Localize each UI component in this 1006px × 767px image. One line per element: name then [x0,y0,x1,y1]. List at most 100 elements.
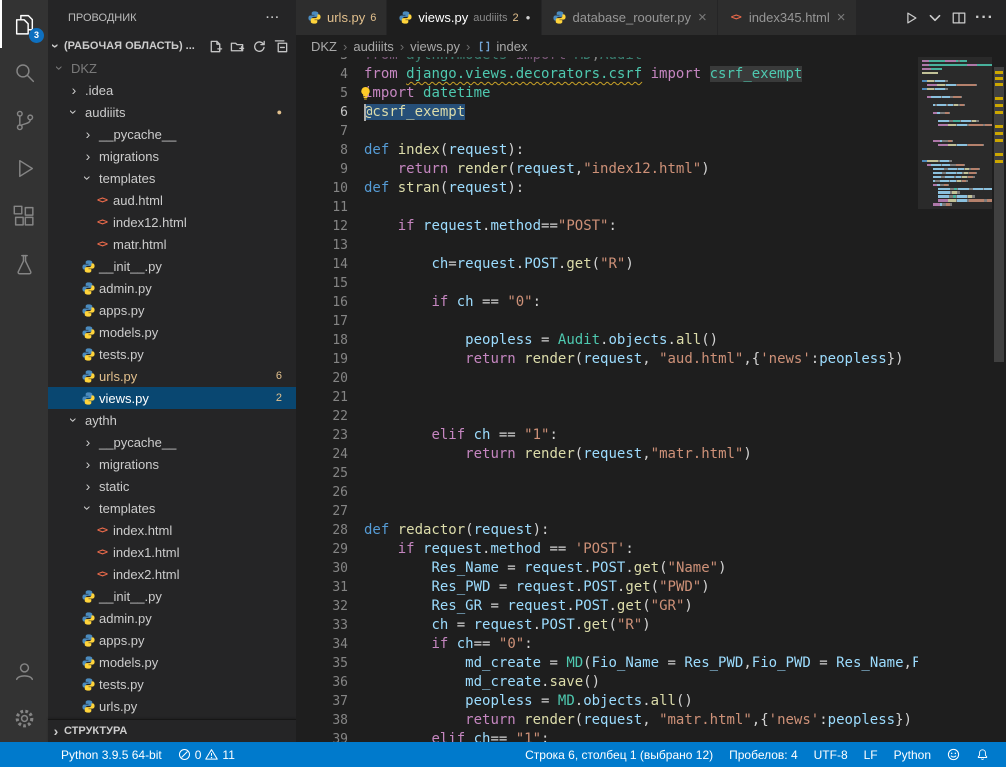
code-line-20[interactable]: 20 [296,369,918,388]
code-line-36[interactable]: 36 md_create.save() [296,673,918,692]
code-line-38[interactable]: 38 return render(request, "matr.html",{'… [296,711,918,730]
tab-database_roouter.py[interactable]: database_roouter.py× [542,0,718,35]
tab-index345.html[interactable]: <>index345.html× [718,0,857,35]
tree-folder-templates[interactable]: ›templates [48,497,296,519]
tree-file-models.py[interactable]: models.py [48,321,296,343]
problems-status[interactable]: 0 11 [171,742,242,767]
code-line-19[interactable]: 19 return render(request, "aud.html",{'n… [296,350,918,369]
tree-folder-__pycache__[interactable]: ›__pycache__ [48,123,296,145]
tree-file-index12.html[interactable]: <>index12.html [48,211,296,233]
code-line-18[interactable]: 18 peopless = Audit.objects.all() [296,331,918,350]
activity-extensions-button[interactable] [0,192,48,240]
feedback-button[interactable] [940,742,967,767]
code-line-14[interactable]: 14 ch=request.POST.get("R") [296,255,918,274]
code-line-35[interactable]: 35 md_create = MD(Fio_Name = Res_PWD,Fio… [296,654,918,673]
tree-file-admin.py[interactable]: admin.py [48,607,296,629]
tree-folder-DKZ[interactable]: ›DKZ [48,57,296,79]
close-icon[interactable]: × [837,10,846,25]
code-line-32[interactable]: 32 Res_GR = request.POST.get("GR") [296,597,918,616]
tree-file-admin.py[interactable]: admin.py [48,277,296,299]
code-line-30[interactable]: 30 Res_Name = request.POST.get("Name") [296,559,918,578]
code-line-25[interactable]: 25 [296,464,918,483]
activity-search-button[interactable] [0,48,48,96]
tree-folder-.idea[interactable]: ›.idea [48,79,296,101]
code-line-21[interactable]: 21 [296,388,918,407]
activity-testing-button[interactable] [0,240,48,288]
tree-file-apps.py[interactable]: apps.py [48,629,296,651]
code-line-33[interactable]: 33 ch = request.POST.get("R") [296,616,918,635]
more-actions-icon[interactable]: ··· [266,12,280,24]
activity-run-debug-button[interactable] [0,144,48,192]
tree-folder-templates[interactable]: ›templates [48,167,296,189]
tree-file-__init__.py[interactable]: __init__.py [48,585,296,607]
lightbulb-icon[interactable] [358,86,374,102]
tree-folder-migrations[interactable]: ›migrations [48,453,296,475]
python-interpreter-status[interactable]: Python 3.9.5 64-bit [54,742,169,767]
code-line-31[interactable]: 31 Res_PWD = request.POST.get("PWD") [296,578,918,597]
minimap[interactable] [918,57,992,742]
indentation-status[interactable]: Пробелов: 4 [722,742,805,767]
tree-folder-migrations[interactable]: ›migrations [48,145,296,167]
code-line-26[interactable]: 26 [296,483,918,502]
new-file-button[interactable] [206,37,224,55]
code-line-12[interactable]: 12 if request.method=="POST": [296,217,918,236]
more-button[interactable]: ··· [975,9,994,27]
language-status[interactable]: Python [887,742,938,767]
breadcrumb-symbol[interactable]: index [476,38,527,54]
code-line-23[interactable]: 23 elif ch == "1": [296,426,918,445]
tree-file-views.py[interactable]: views.py2 [48,387,296,409]
code-line-7[interactable]: 7 [296,122,918,141]
notifications-bell-button[interactable] [969,742,996,767]
code-line-6[interactable]: 6@csrf_exempt [296,103,918,122]
code-line-39[interactable]: 39 elif ch== "1": [296,730,918,742]
code-line-3[interactable]: 3from aythh.models import MD,Audit [296,57,918,65]
chevron-down-button[interactable] [927,10,943,26]
tree-folder-static[interactable]: ›static [48,475,296,497]
tree-folder-__pycache__[interactable]: ›__pycache__ [48,431,296,453]
code-line-4[interactable]: 4from django.views.decorators.csrf impor… [296,65,918,84]
code-editor[interactable]: 3from aythh.models import MD,Audit4from … [296,57,1006,742]
breadcrumb-DKZ[interactable]: DKZ [311,39,337,54]
tree-folder-audiiits[interactable]: ›audiiits● [48,101,296,123]
tab-views.py[interactable]: views.pyaudiiits2● [387,0,541,35]
code-line-24[interactable]: 24 return render(request,"matr.html") [296,445,918,464]
vertical-scrollbar[interactable] [992,57,1006,742]
outline-section-header[interactable]: › СТРУКТУРА [48,719,296,742]
tree-file-__init__.py[interactable]: __init__.py [48,255,296,277]
tree-file-matr.html[interactable]: <>matr.html [48,233,296,255]
tree-file-index.html[interactable]: <>index.html [48,519,296,541]
breadcrumb-audiiits[interactable]: audiiits [353,39,393,54]
activity-explorer-button[interactable]: 3 [0,0,48,48]
activity-settings-button[interactable] [0,694,48,742]
workspace-section-header[interactable]: › (РАБОЧАЯ ОБЛАСТЬ) ... [48,35,296,57]
code-line-29[interactable]: 29 if request.method == 'POST': [296,540,918,559]
tree-file-tests.py[interactable]: tests.py [48,343,296,365]
code-line-10[interactable]: 10def stran(request): [296,179,918,198]
code-line-13[interactable]: 13 [296,236,918,255]
code-line-22[interactable]: 22 [296,407,918,426]
tree-file-aud.html[interactable]: <>aud.html [48,189,296,211]
breadcrumb-views.py[interactable]: views.py [410,39,460,54]
tree-file-urls.py[interactable]: urls.py6 [48,365,296,387]
encoding-status[interactable]: UTF-8 [807,742,855,767]
close-icon[interactable]: × [698,10,707,25]
code-line-28[interactable]: 28def redactor(request): [296,521,918,540]
code-line-15[interactable]: 15 [296,274,918,293]
tab-urls.py[interactable]: urls.py6 [296,0,387,35]
tree-file-apps.py[interactable]: apps.py [48,299,296,321]
code-line-34[interactable]: 34 if ch== "0": [296,635,918,654]
dirty-indicator-icon[interactable]: ● [526,13,531,22]
activity-account-button[interactable] [0,646,48,694]
eol-status[interactable]: LF [857,742,885,767]
split-editor-button[interactable] [951,10,967,26]
code-line-27[interactable]: 27 [296,502,918,521]
collapse-all-button[interactable] [272,37,290,55]
code-line-17[interactable]: 17 [296,312,918,331]
cursor-position-status[interactable]: Строка 6, столбец 1 (выбрано 12) [518,742,720,767]
tree-folder-aythh[interactable]: ›aythh [48,409,296,431]
tree-file-urls.py[interactable]: urls.py [48,695,296,717]
activity-source-control-button[interactable] [0,96,48,144]
tree-file-index1.html[interactable]: <>index1.html [48,541,296,563]
tree-file-tests.py[interactable]: tests.py [48,673,296,695]
code-line-9[interactable]: 9 return render(request,"index12.html") [296,160,918,179]
